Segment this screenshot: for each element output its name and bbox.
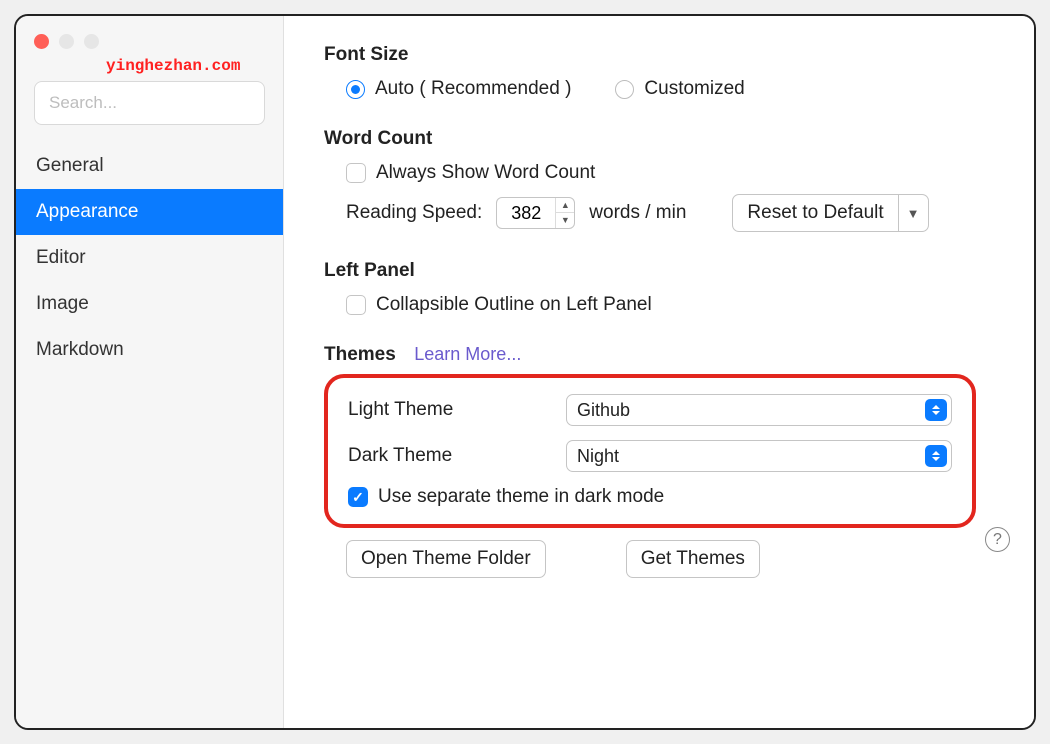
chevron-updown-icon bbox=[925, 445, 947, 467]
word-count-title: Word Count bbox=[324, 128, 994, 150]
font-size-auto-radio[interactable] bbox=[346, 80, 365, 99]
themes-highlight-box: Light Theme Github Dark Theme Night Use bbox=[324, 374, 976, 528]
main-panel: Font Size Auto ( Recommended ) Customize… bbox=[284, 16, 1034, 728]
search-input[interactable] bbox=[34, 81, 265, 125]
minimize-button[interactable] bbox=[59, 34, 74, 49]
dark-theme-select[interactable]: Night bbox=[566, 440, 952, 472]
help-icon[interactable]: ? bbox=[985, 527, 1010, 552]
font-size-custom-radio[interactable] bbox=[615, 80, 634, 99]
sidebar-item-general[interactable]: General bbox=[16, 143, 283, 189]
reading-speed-input[interactable] bbox=[497, 203, 555, 224]
left-panel-title: Left Panel bbox=[324, 260, 994, 282]
font-size-auto-label: Auto ( Recommended ) bbox=[375, 78, 571, 100]
reading-speed-stepper[interactable]: ▲ ▼ bbox=[496, 197, 575, 229]
reset-default-dropdown[interactable]: ▼ bbox=[899, 194, 929, 232]
reset-default-button[interactable]: Reset to Default bbox=[732, 194, 898, 232]
close-button[interactable] bbox=[34, 34, 49, 49]
window-controls bbox=[16, 24, 283, 53]
get-themes-button[interactable]: Get Themes bbox=[626, 540, 760, 578]
font-size-title: Font Size bbox=[324, 44, 994, 66]
collapsible-outline-checkbox[interactable] bbox=[346, 295, 366, 315]
sidebar: yinghezhan.com General Appearance Editor… bbox=[16, 16, 284, 728]
collapsible-outline-label: Collapsible Outline on Left Panel bbox=[376, 294, 652, 316]
reading-speed-label: Reading Speed: bbox=[346, 202, 482, 224]
stepper-up-icon[interactable]: ▲ bbox=[556, 198, 574, 213]
chevron-updown-icon bbox=[925, 399, 947, 421]
reading-speed-unit: words / min bbox=[589, 202, 686, 224]
always-show-word-count-label: Always Show Word Count bbox=[376, 162, 595, 184]
reset-default-button-group: Reset to Default ▼ bbox=[732, 194, 928, 232]
dark-theme-value: Night bbox=[577, 446, 619, 467]
sidebar-item-image[interactable]: Image bbox=[16, 281, 283, 327]
font-size-custom-label: Customized bbox=[644, 78, 744, 100]
always-show-word-count-checkbox[interactable] bbox=[346, 163, 366, 183]
themes-section: Themes Learn More... Light Theme Github … bbox=[324, 344, 994, 578]
open-theme-folder-button[interactable]: Open Theme Folder bbox=[346, 540, 546, 578]
sidebar-item-editor[interactable]: Editor bbox=[16, 235, 283, 281]
themes-title: Themes bbox=[324, 344, 396, 365]
separate-theme-checkbox[interactable] bbox=[348, 487, 368, 507]
sidebar-item-appearance[interactable]: Appearance bbox=[16, 189, 283, 235]
left-panel-section: Left Panel Collapsible Outline on Left P… bbox=[324, 260, 994, 316]
watermark-text: yinghezhan.com bbox=[16, 53, 283, 81]
sidebar-item-markdown[interactable]: Markdown bbox=[16, 327, 283, 373]
preferences-window: yinghezhan.com General Appearance Editor… bbox=[14, 14, 1036, 730]
font-size-section: Font Size Auto ( Recommended ) Customize… bbox=[324, 44, 994, 100]
light-theme-value: Github bbox=[577, 400, 630, 421]
sidebar-nav: General Appearance Editor Image Markdown bbox=[16, 143, 283, 373]
light-theme-label: Light Theme bbox=[348, 399, 566, 421]
dark-theme-label: Dark Theme bbox=[348, 445, 566, 467]
maximize-button[interactable] bbox=[84, 34, 99, 49]
stepper-down-icon[interactable]: ▼ bbox=[556, 213, 574, 228]
word-count-section: Word Count Always Show Word Count Readin… bbox=[324, 128, 994, 232]
separate-theme-label: Use separate theme in dark mode bbox=[378, 486, 664, 508]
learn-more-link[interactable]: Learn More... bbox=[414, 344, 521, 364]
light-theme-select[interactable]: Github bbox=[566, 394, 952, 426]
